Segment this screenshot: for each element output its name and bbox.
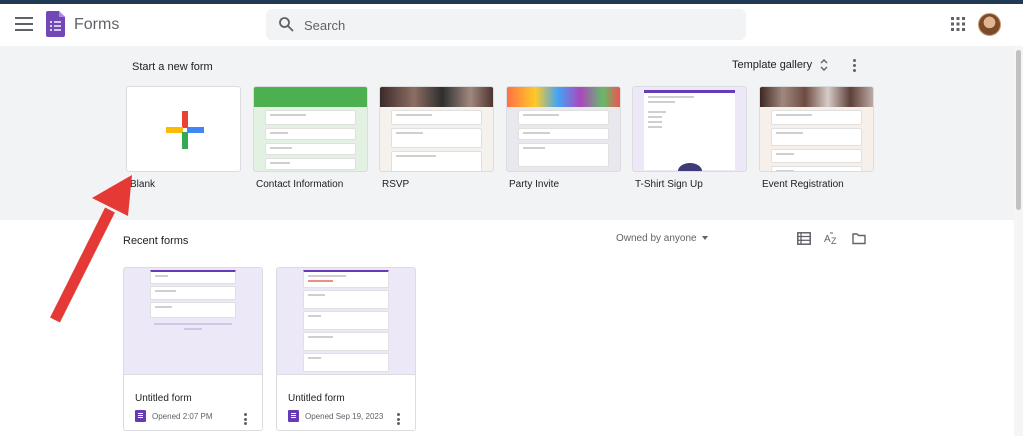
annotation-arrow xyxy=(50,175,132,323)
